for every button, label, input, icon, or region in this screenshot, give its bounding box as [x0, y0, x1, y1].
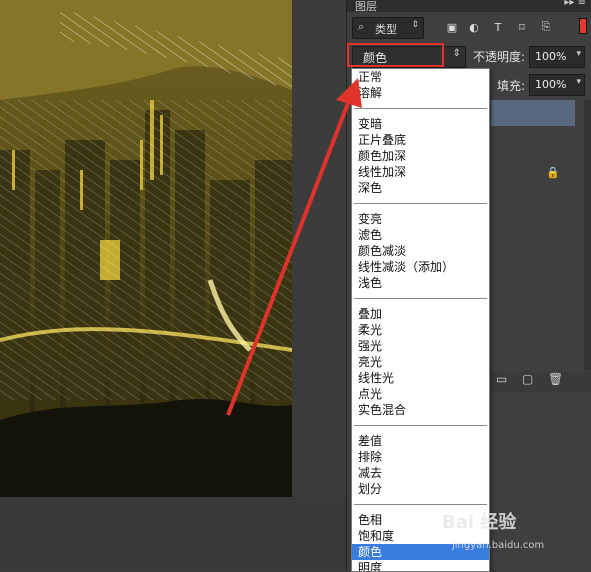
- blend-mode-option[interactable]: 实色混合: [352, 402, 489, 418]
- blend-mode-option[interactable]: 滤色: [352, 227, 489, 243]
- blend-mode-option[interactable]: 正片叠底: [352, 132, 489, 148]
- fill-value: 100%: [535, 78, 567, 91]
- blend-mode-option[interactable]: 变亮: [352, 211, 489, 227]
- canvas-image: [0, 0, 292, 497]
- text-filter-icon[interactable]: T: [489, 19, 507, 35]
- new-layer-icon[interactable]: ▢: [522, 372, 533, 386]
- blend-mode-option[interactable]: 浅色: [352, 275, 489, 291]
- blend-mode-option[interactable]: 线性加深: [352, 164, 489, 180]
- opacity-field[interactable]: 100% ▾: [529, 46, 585, 68]
- blend-mode-option[interactable]: 亮光: [352, 354, 489, 370]
- canvas-pasteboard: [0, 497, 346, 570]
- dropdown-separator: [354, 504, 487, 505]
- layers-filter-toolbar: ⌕ 类型 ⇕ ▣ ◐ T ⌑ ⎘: [347, 12, 591, 42]
- blend-mode-option[interactable]: 差值: [352, 433, 489, 449]
- search-icon: ⌕: [358, 20, 365, 33]
- image-filter-icon[interactable]: ▣: [443, 19, 461, 35]
- panel-menu-icon[interactable]: ▸▸ ≡: [564, 0, 586, 8]
- fill-label: 填充:: [497, 79, 526, 93]
- opacity-label: 不透明度:: [473, 50, 526, 64]
- group-folder-icon[interactable]: ▭: [496, 372, 507, 386]
- blend-mode-option[interactable]: 排除: [352, 449, 489, 465]
- blend-mode-option[interactable]: 点光: [352, 386, 489, 402]
- dropdown-separator: [354, 203, 487, 204]
- lock-icon: 🔒: [546, 166, 560, 179]
- baidu-watermark-logo: Bai 经验: [442, 512, 517, 533]
- dropdown-separator: [354, 298, 487, 299]
- chevron-down-icon: ▾: [576, 49, 581, 59]
- blend-mode-option[interactable]: 颜色减淡: [352, 243, 489, 259]
- panel-header: 图层 ▸▸ ≡: [347, 0, 591, 13]
- opacity-value: 100%: [535, 50, 567, 63]
- chevron-updown-icon: ⇕: [411, 20, 419, 30]
- dropdown-separator: [354, 425, 487, 426]
- blend-mode-option[interactable]: 叠加: [352, 306, 489, 322]
- dropdown-separator: [354, 108, 487, 109]
- layer-row-selected[interactable]: [491, 100, 575, 126]
- blend-mode-option[interactable]: 变暗: [352, 116, 489, 132]
- blend-mode-option[interactable]: 强光: [352, 338, 489, 354]
- fill-field[interactable]: 100% ▾: [529, 74, 585, 96]
- filter-toggle-switch[interactable]: [579, 18, 587, 34]
- highlight-box: [347, 43, 444, 67]
- blend-mode-option[interactable]: 线性光: [352, 370, 489, 386]
- chevron-updown-icon: ⇕: [452, 48, 461, 59]
- chevron-down-icon: ▾: [576, 77, 581, 87]
- blend-mode-option[interactable]: 柔光: [352, 322, 489, 338]
- layers-scrollbar[interactable]: [584, 100, 591, 370]
- blend-mode-option[interactable]: 正常: [352, 69, 489, 85]
- baidu-watermark-url: jingyan.baidu.com: [452, 540, 545, 551]
- blend-mode-option[interactable]: 溶解: [352, 85, 489, 101]
- shape-filter-icon[interactable]: ⌑: [513, 19, 531, 35]
- blend-mode-option[interactable]: 明度: [352, 560, 489, 571]
- blend-mode-option[interactable]: 线性减淡（添加）: [352, 259, 489, 275]
- smart-object-filter-icon[interactable]: ⎘: [537, 19, 555, 35]
- blend-mode-dropdown: 正常 溶解变暗 正片叠底 颜色加深 线性加深 深色变亮 滤色 颜色减淡 线性减淡（添加） 浅色叠加…: [351, 68, 490, 572]
- adjustment-filter-icon[interactable]: ◐: [465, 19, 483, 35]
- blend-mode-option[interactable]: 划分: [352, 481, 489, 497]
- trash-icon[interactable]: 🗑: [548, 372, 563, 386]
- city-night-scene: [0, 0, 292, 497]
- kind-filter-label: 类型: [375, 23, 397, 36]
- blend-mode-option[interactable]: 深色: [352, 180, 489, 196]
- blend-mode-option[interactable]: 颜色加深: [352, 148, 489, 164]
- blend-mode-option[interactable]: 减去: [352, 465, 489, 481]
- kind-filter-select[interactable]: ⌕ 类型 ⇕: [352, 17, 424, 39]
